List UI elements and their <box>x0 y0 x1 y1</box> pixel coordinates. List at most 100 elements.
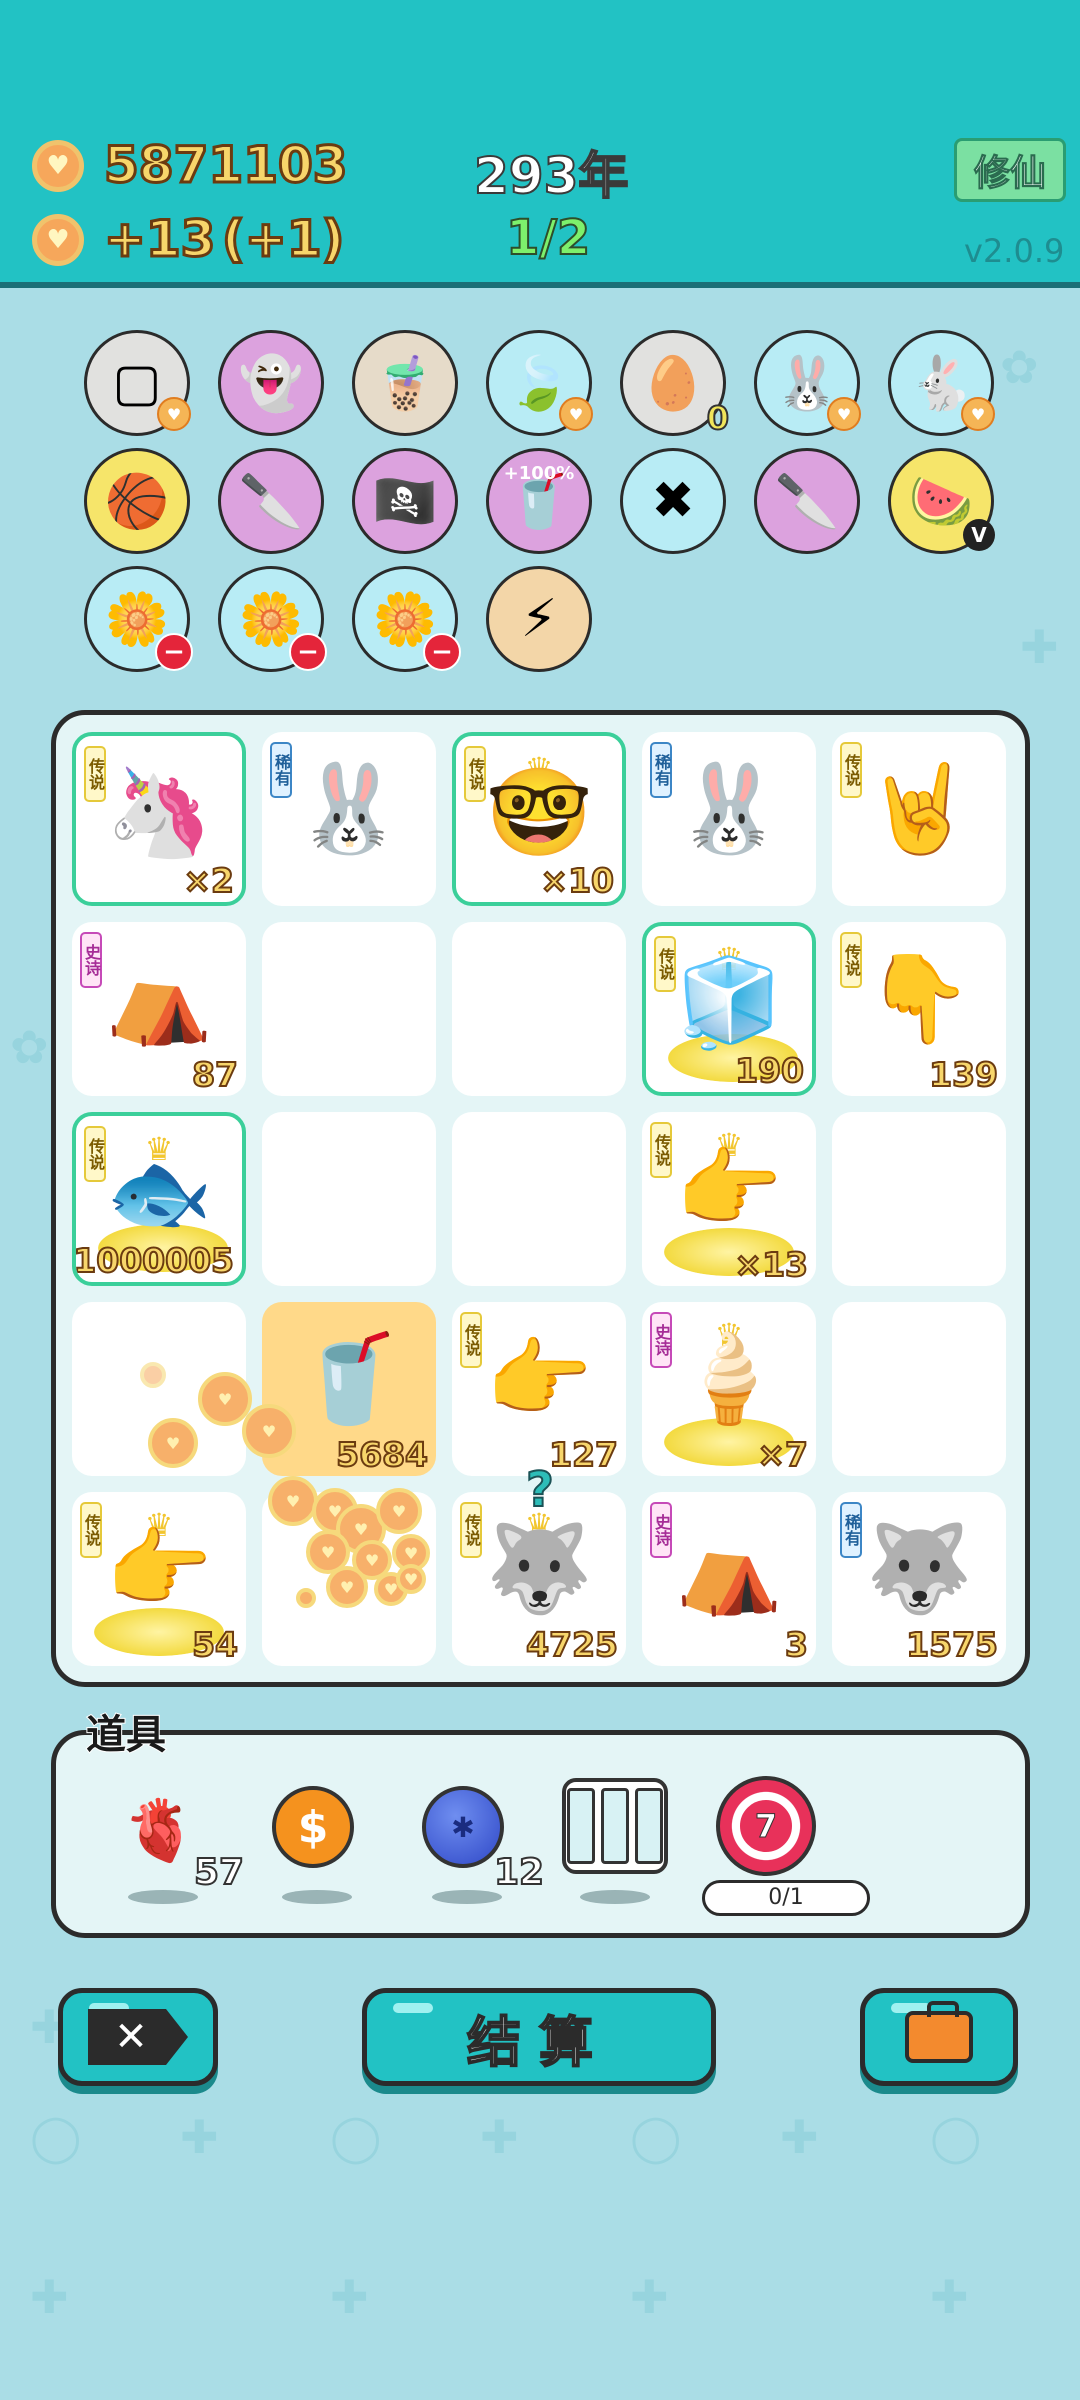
xiuxian-button[interactable]: 修仙 <box>954 138 1066 202</box>
target-number: 7 <box>737 1797 795 1855</box>
item-count: 5684 <box>335 1434 429 1475</box>
rarity-tag: 传说 <box>840 932 862 988</box>
income-rate: +13 <box>102 209 216 270</box>
grid-cell-fridge[interactable]: ♛ 🧊 传说 190 <box>642 922 816 1096</box>
sugar-cubes-icon[interactable]: ▢ ♥ <box>84 330 191 436</box>
bag-button[interactable] <box>860 1988 1018 2086</box>
bubble-tea-icon[interactable]: 🧋 <box>352 330 458 436</box>
year-counter: 293年 <box>473 146 629 206</box>
grid-cell-ice-cream-pair[interactable]: ♛ 🍦 史诗 ×7 <box>642 1302 816 1476</box>
rarity-tag: 传说 <box>460 1502 482 1558</box>
grid-cell-empty[interactable] <box>262 1112 436 1286</box>
ghost-icon[interactable]: 👻 <box>218 330 324 436</box>
grid-cell-bunny-tent[interactable]: ⛺ 史诗 3 <box>642 1492 816 1666</box>
prop-shadow <box>580 1890 650 1904</box>
flower-pot-icon[interactable]: 🌼 − <box>218 566 327 672</box>
bunny-icon[interactable]: 🐰 ♥ <box>754 330 861 436</box>
rarity-tag: 传说 <box>460 1312 482 1368</box>
item-count: 190 <box>734 1050 805 1091</box>
briefcase-icon <box>905 2001 973 2063</box>
eyepatch-icon[interactable]: 🏴‍☠️ <box>352 448 458 554</box>
item-count: ×7 <box>756 1434 809 1475</box>
basketballs-icon[interactable]: 🏀 <box>84 448 190 554</box>
coin-icon: ♥ <box>148 1418 198 1468</box>
bunny-icon[interactable]: 🐇 ♥ <box>888 330 995 436</box>
grid-cell-empty[interactable] <box>452 1112 626 1286</box>
boost-cup-icon[interactable]: 🥤 +100% <box>486 448 592 554</box>
grid-cell-pointing-hand[interactable]: 👉 传说 127 <box>452 1302 626 1476</box>
grid-cell-rock-hand[interactable]: 🤘 传说 <box>832 732 1006 906</box>
question-mark-icon: ? <box>525 1461 555 1519</box>
rarity-tag: 传说 <box>840 742 862 798</box>
close-icon: ✕ <box>88 2009 188 2065</box>
grid-cell-husky[interactable]: 🐺 稀有 1575 <box>832 1492 1006 1666</box>
grid-cell-husky[interactable]: ♛ 🐺 传说 4725 <box>452 1492 626 1666</box>
v-badge-icon: V <box>963 519 995 551</box>
grid-cell-crowned-face[interactable]: ♛ 🤓 传说 ×10 <box>452 732 626 906</box>
slots-prop-icon[interactable] <box>562 1778 668 1874</box>
flower-pot-icon[interactable]: 🌼 − <box>352 566 461 672</box>
target-progress: 0/1 <box>702 1880 870 1916</box>
leaf-icon[interactable]: 🍃 ♥ <box>486 330 593 436</box>
rarity-tag: 传说 <box>84 1126 106 1182</box>
chopsticks-icon[interactable]: ✖ <box>620 448 726 554</box>
coin-icon <box>140 1362 166 1388</box>
grid-cell-pointing-hand[interactable]: 👇 传说 139 <box>832 922 1006 1096</box>
grid-cell-golden-hand[interactable]: ♛ 👉 传说 54 <box>72 1492 246 1666</box>
item-count: 4725 <box>525 1624 619 1665</box>
item-count: ×13 <box>733 1244 809 1285</box>
grid-cell-empty[interactable] <box>832 1112 1006 1286</box>
rarity-tag: 传说 <box>80 1502 102 1558</box>
fruit-basket-icon[interactable]: 🍉 V <box>888 448 995 554</box>
target-prop-icon[interactable]: 7 <box>716 1776 816 1876</box>
item-count: ×2 <box>182 860 235 901</box>
lightning-icon[interactable]: ⚡ <box>486 566 592 672</box>
grid-cell-empty[interactable] <box>262 922 436 1096</box>
item-count: ×10 <box>539 860 615 901</box>
grid-cell-golden-hand[interactable]: ♛ 👉 传说 ×13 <box>642 1112 816 1286</box>
heart-badge-icon: ♥ <box>157 397 191 431</box>
coin-icon: ♥ <box>376 1488 422 1534</box>
props-title: 道具 <box>85 1711 167 1759</box>
flower-pot-icon[interactable]: 🌼 − <box>84 566 193 672</box>
prop-shadow <box>128 1890 198 1904</box>
exit-button[interactable]: ✕ <box>58 1988 218 2086</box>
rarity-tag: 传说 <box>650 1122 672 1178</box>
dollar-coin-prop-icon[interactable]: $ <box>272 1786 354 1868</box>
grid-cell-unicorn[interactable]: 🦄 传说 ×2 <box>72 732 246 906</box>
item-count: 1575 <box>905 1624 999 1665</box>
income-bonus: (+1) <box>220 209 345 270</box>
rarity-tag: 稀有 <box>840 1502 862 1558</box>
grid-cell-bunny[interactable]: 🐰 稀有 <box>262 732 436 906</box>
egg-tray-icon[interactable]: 🥚 0 <box>620 330 730 438</box>
liver-count: 57 <box>193 1851 245 1894</box>
rarity-tag: 史诗 <box>650 1312 672 1368</box>
rarity-tag: 稀有 <box>650 742 672 798</box>
rarity-tag: 传说 <box>464 746 486 802</box>
coin-total: 5871103 <box>103 135 350 196</box>
grid-cell-koi-fish[interactable]: ♛ 🐟 传说 1000005 <box>72 1112 246 1286</box>
coin-icon: ♥ <box>396 1564 426 1594</box>
grid-cell-empty[interactable] <box>452 922 626 1096</box>
blueberry-prop-icon[interactable]: ✱ <box>422 1786 504 1868</box>
prop-shadow <box>432 1890 502 1904</box>
item-count: 3 <box>784 1624 809 1665</box>
rarity-tag: 稀有 <box>270 742 292 798</box>
cleaver-icon[interactable]: 🔪 <box>754 448 860 554</box>
grid-cell-bunny[interactable]: 🐰 稀有 <box>642 732 816 906</box>
grid-cell-empty[interactable] <box>832 1302 1006 1476</box>
stage-counter: 1/2 <box>505 209 591 267</box>
prop-shadow <box>282 1890 352 1904</box>
settle-button[interactable]: 结算 <box>362 1988 716 2086</box>
item-count: 87 <box>191 1054 239 1095</box>
grid-cell-bunny-tent[interactable]: ⛺ 史诗 87 <box>72 922 246 1096</box>
version-label: v2.0.9 <box>964 232 1065 270</box>
rarity-tag: 传说 <box>84 746 106 802</box>
cleaver-icon[interactable]: 🔪 <box>218 448 324 554</box>
button-shine <box>393 2003 433 2013</box>
rarity-tag: 传说 <box>654 936 676 992</box>
boost-label: +100% <box>503 463 575 484</box>
heart-badge-icon: ♥ <box>961 397 995 431</box>
coin-icon <box>32 140 84 192</box>
heart-badge-icon: ♥ <box>559 397 593 431</box>
